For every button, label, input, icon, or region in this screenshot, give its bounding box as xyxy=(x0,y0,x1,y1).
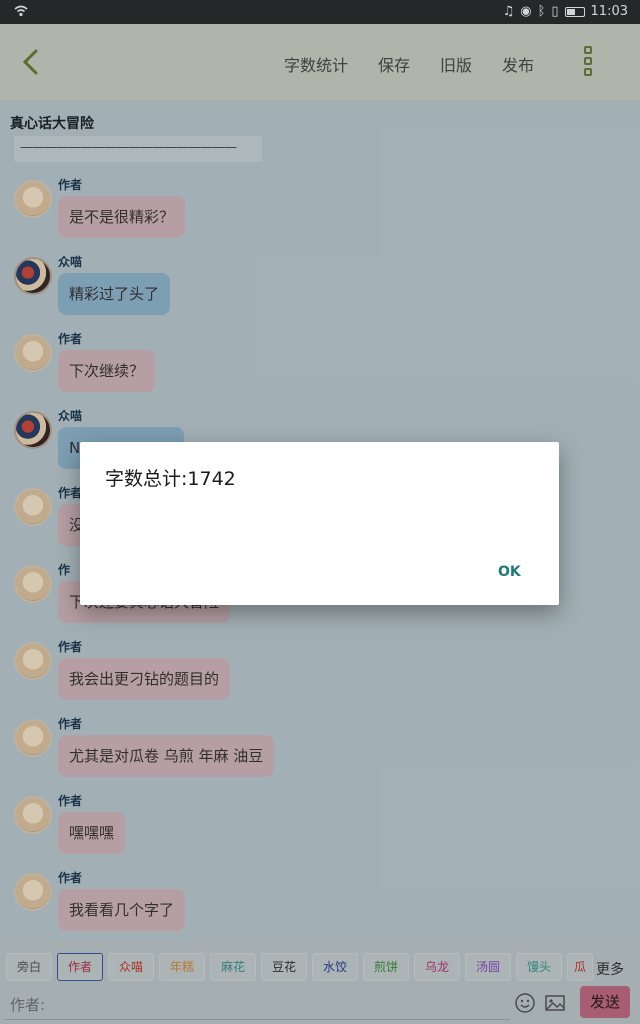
dialog-message: 字数总计:1742 xyxy=(105,468,236,490)
word-count-dialog: 字数总计:1742 OK xyxy=(80,442,559,605)
dialog-ok-button[interactable]: OK xyxy=(498,564,521,580)
